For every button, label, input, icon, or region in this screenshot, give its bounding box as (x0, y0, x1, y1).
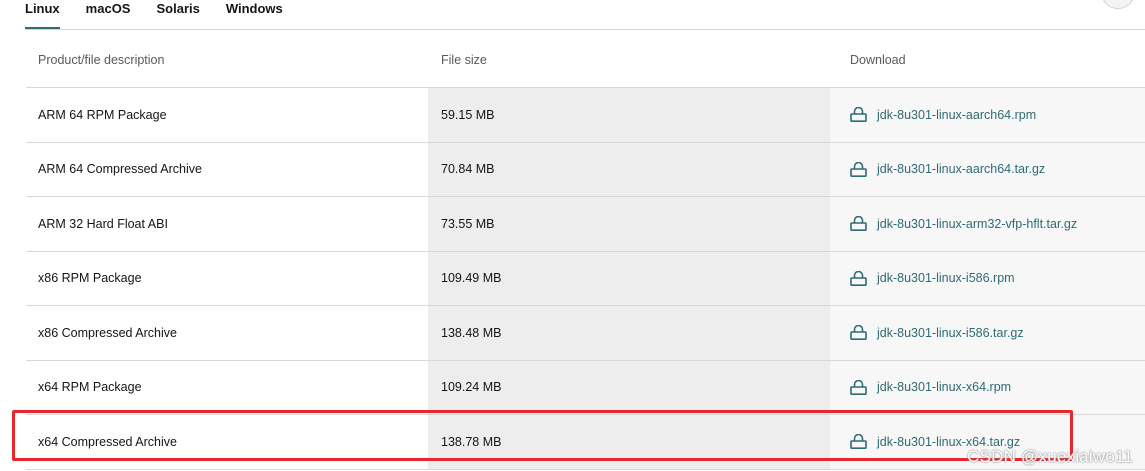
lock-icon-svg (850, 325, 867, 341)
table-row: ARM 64 RPM Package 59.15 MB jdk-8u301-linu… (26, 88, 1145, 143)
row-description: x64 RPM Package (38, 380, 142, 395)
row-download: jdk-8u301-linux-aarch64.tar.gz (830, 142, 1145, 196)
tab-windows[interactable]: Windows (226, 0, 283, 30)
lock-icon-svg (850, 270, 867, 286)
download-filename: jdk-8u301-linux-arm32-vfp-hflt.tar.gz (877, 216, 1078, 231)
row-file-size: 59.15 MB (428, 88, 830, 142)
download-filename: jdk-8u301-linux-x64.rpm (877, 380, 1012, 395)
table-row: x86 RPM Package 109.49 MB jdk-8u301-linux-… (26, 251, 1145, 306)
download-link[interactable]: jdk-8u301-linux-arm32-vfp-hflt.tar.gz (850, 216, 1078, 232)
row-description: ARM 32 Hard Float ABI (38, 216, 168, 231)
download-filename: jdk-8u301-linux-i586.tar.gz (877, 325, 1024, 340)
lock-icon-svg (850, 434, 867, 450)
download-link[interactable]: jdk-8u301-linux-i586.rpm (850, 270, 1015, 286)
row-file-size: 138.78 MB (428, 415, 830, 469)
row-file-size: 138.48 MB (428, 306, 830, 360)
row-description: x86 Compressed Archive (38, 325, 177, 340)
lock-icon-svg (850, 379, 867, 395)
download-filename: jdk-8u301-linux-aarch64.rpm (877, 107, 1037, 122)
header-description: Product/file description (38, 53, 165, 67)
row-download: jdk-8u301-linux-i586.rpm (830, 251, 1145, 305)
lock-icon (850, 270, 867, 286)
watermark: CSDN @xuexiaiwo11 (967, 447, 1133, 466)
lock-icon-svg (850, 216, 867, 232)
tab-macos[interactable]: macOS (86, 0, 131, 30)
lock-icon (850, 216, 867, 232)
row-file-size: 73.55 MB (428, 197, 830, 251)
lock-icon (850, 107, 867, 123)
corner-button[interactable] (1101, 0, 1135, 9)
downloads-table: Product/file description File size Downl… (26, 33, 1145, 470)
table-row: x64 RPM Package 109.24 MB jdk-8u301-linux-… (26, 360, 1145, 415)
download-filename: jdk-8u301-linux-i586.rpm (877, 271, 1015, 286)
row-download: jdk-8u301-linux-aarch64.rpm (830, 88, 1145, 142)
row-download: jdk-8u301-linux-arm32-vfp-hflt.tar.gz (830, 197, 1145, 251)
row-file-size: 109.24 MB (428, 360, 830, 414)
lock-icon (850, 434, 867, 450)
lock-icon-svg (850, 107, 867, 123)
row-description: x64 Compressed Archive (38, 434, 177, 449)
download-filename: jdk-8u301-linux-aarch64.tar.gz (877, 162, 1046, 177)
header-file-size: File size (441, 53, 487, 67)
row-download: jdk-8u301-linux-i586.tar.gz (830, 306, 1145, 360)
jdk-download-page: Linux macOS Solaris Windows Product/file… (0, 0, 1145, 471)
tab-solaris[interactable]: Solaris (156, 0, 199, 30)
tab-linux[interactable]: Linux (25, 0, 60, 30)
lock-icon-svg (850, 161, 867, 177)
table-row: ARM 32 Hard Float ABI 73.55 MB jdk-8u301-l… (26, 197, 1145, 252)
header-download: Download (850, 53, 906, 67)
table-row: x86 Compressed Archive 138.48 MB jdk-8u301… (26, 306, 1145, 361)
table-header-row: Product/file description File size Downl… (26, 33, 1145, 88)
row-download: jdk-8u301-linux-x64.rpm (830, 360, 1145, 414)
download-link[interactable]: jdk-8u301-linux-x64.rpm (850, 379, 1012, 395)
lock-icon (850, 325, 867, 341)
table-row: ARM 64 Compressed Archive 70.84 MB jdk-8u3… (26, 142, 1145, 197)
row-file-size: 70.84 MB (428, 142, 830, 196)
lock-icon (850, 161, 867, 177)
lock-icon (850, 379, 867, 395)
download-link[interactable]: jdk-8u301-linux-i586.tar.gz (850, 325, 1024, 341)
download-link[interactable]: jdk-8u301-linux-aarch64.rpm (850, 107, 1037, 123)
tab-divider (25, 29, 1145, 30)
os-tabs: Linux macOS Solaris Windows (25, 0, 309, 30)
download-link[interactable]: jdk-8u301-linux-aarch64.tar.gz (850, 161, 1046, 177)
row-description: ARM 64 RPM Package (38, 107, 167, 122)
row-description: x86 RPM Package (38, 271, 142, 286)
row-description: ARM 64 Compressed Archive (38, 162, 202, 177)
row-file-size: 109.49 MB (428, 251, 830, 305)
